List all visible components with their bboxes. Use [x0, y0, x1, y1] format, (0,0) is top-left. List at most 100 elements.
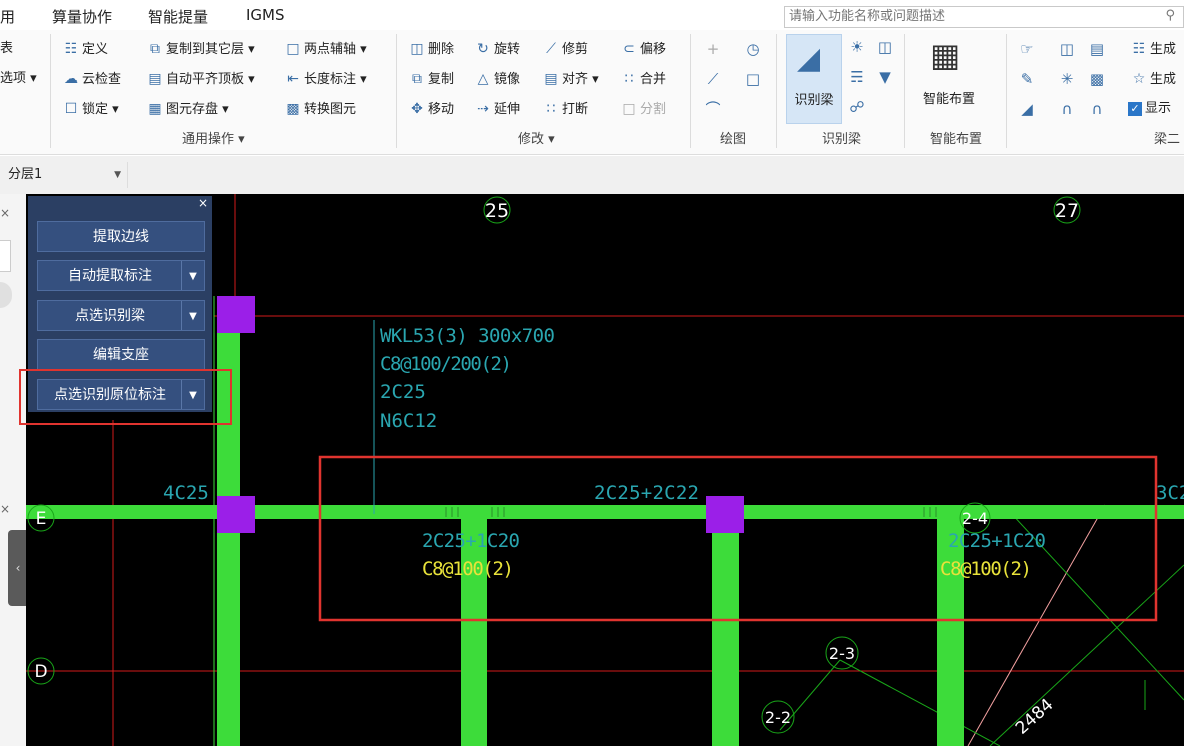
ribbon-separator — [904, 34, 905, 148]
search-box[interactable]: ⚲ — [784, 6, 1184, 28]
axis-bubble[interactable]: 27 — [1053, 196, 1081, 224]
chevron-down-icon[interactable]: ▼ — [181, 261, 204, 290]
side-toggle[interactable] — [0, 282, 12, 308]
beam2-draw-icon[interactable]: ✎ — [1016, 68, 1038, 90]
menu-item-collab[interactable]: 算量协作 — [52, 6, 112, 27]
lock-button[interactable]: ☐ 锁定 ▾ — [62, 98, 119, 120]
collapse-handle[interactable]: ‹ — [8, 530, 28, 606]
split-button[interactable]: □ 分割 — [620, 98, 666, 120]
svg-text:E: E — [36, 509, 47, 529]
close-icon[interactable]: × — [0, 206, 10, 220]
beam2-list-icon[interactable]: ▤ — [1086, 38, 1108, 60]
ribbon-separator — [690, 34, 691, 148]
beam-filter-icon[interactable]: ▼ — [874, 66, 896, 88]
column[interactable] — [217, 496, 255, 533]
menu-item-igms[interactable]: IGMS — [246, 6, 285, 24]
beam-check-icon[interactable]: ◫ — [874, 36, 896, 58]
align-top-button[interactable]: ▤ 自动平齐顶板 ▾ — [146, 68, 254, 90]
svg-text:2C25+1C20: 2C25+1C20 — [948, 530, 1046, 552]
extract-edge-button[interactable]: 提取边线 — [37, 221, 205, 252]
menu-bar: 用 算量协作 智能提量 IGMS ⚲ — [0, 0, 1184, 30]
auto-extract-label-button[interactable]: 自动提取标注 ▼ — [37, 260, 205, 291]
chevron-down-icon: ▼ — [114, 170, 121, 180]
align-top-icon: ▤ — [148, 71, 162, 87]
arc-icon[interactable]: ⌒ — [702, 98, 724, 120]
menu-item-smart[interactable]: 智能提量 — [148, 6, 208, 27]
save-element-button[interactable]: ▦ 图元存盘 ▾ — [146, 98, 228, 120]
beam-tool-icon[interactable]: ☀ — [846, 36, 868, 58]
group-label-modify[interactable]: 修改 ▾ — [518, 128, 555, 147]
beam-edit-icon[interactable]: ☴ — [846, 66, 868, 88]
svg-text:N6C12: N6C12 — [380, 410, 437, 432]
beam2-arch-icon[interactable]: ∩ — [1056, 98, 1078, 120]
rectangle-icon[interactable]: □ — [742, 68, 764, 90]
trim-button[interactable]: ⟋ 修剪 — [542, 38, 588, 60]
layer-select[interactable]: 分层1 ▼ — [0, 162, 128, 188]
lock-icon: ☐ — [64, 101, 78, 117]
search-input[interactable] — [789, 7, 1149, 25]
close-icon[interactable]: × — [198, 196, 208, 210]
smart-layout-button[interactable]: ▦ 智能布置 — [912, 34, 986, 122]
ribbon-cut-1[interactable]: 表 — [0, 38, 13, 60]
edit-support-button[interactable]: 编辑支座 — [37, 339, 205, 370]
column[interactable] — [706, 496, 744, 533]
recognize-beam-button[interactable]: ◢ 识别梁 — [786, 34, 842, 124]
column[interactable] — [217, 296, 255, 333]
trash-icon: ◫ — [410, 41, 424, 57]
svg-text:2C25+1C20: 2C25+1C20 — [422, 530, 520, 552]
checkbox-checked-icon: ✓ — [1128, 102, 1142, 116]
ribbon-cut-2[interactable]: 选项 ▾ — [0, 68, 37, 90]
generate-button-2[interactable]: ☆ 生成 — [1130, 68, 1176, 90]
copy-to-layer-button[interactable]: ⧉ 复制到其它层 ▾ — [146, 38, 255, 60]
mirror-button[interactable]: △ 镜像 — [474, 68, 520, 90]
align-button[interactable]: ▤ 对齐 ▾ — [542, 68, 598, 90]
horizontal-beam[interactable] — [26, 505, 1184, 519]
beam-node-icon[interactable]: ☍ — [846, 96, 868, 118]
define-button[interactable]: ☷ 定义 — [62, 38, 108, 60]
show-checkbox[interactable]: ✓ 显示 — [1128, 98, 1171, 120]
two-point-axis-button[interactable]: □ 两点辅轴 ▾ — [284, 38, 366, 60]
rotate-button[interactable]: ↻ 旋转 — [474, 38, 520, 60]
beam2-star-icon[interactable]: ✳ — [1056, 68, 1078, 90]
svg-text:C8@100/200(2): C8@100/200(2) — [380, 353, 512, 375]
beam2-tool-icon[interactable]: ☞ — [1016, 38, 1038, 60]
axis-bubble[interactable]: 25 — [483, 196, 511, 224]
vertical-beam[interactable] — [937, 519, 964, 746]
break-button[interactable]: ∷ 打断 — [542, 98, 588, 120]
close-icon[interactable]: × — [0, 502, 10, 516]
extend-icon: ⇢ — [477, 101, 489, 117]
menu-item-app[interactable]: 用 — [0, 6, 15, 27]
group-label-recognize: 识别梁 — [822, 132, 862, 147]
merge-button[interactable]: ∷ 合并 — [620, 68, 666, 90]
copy-button[interactable]: ⧉ 复制 — [408, 68, 454, 90]
beam2-tag-icon[interactable]: ◫ — [1056, 38, 1078, 60]
length-dim-button[interactable]: ⇤ 长度标注 ▾ — [284, 68, 367, 90]
group-label-general[interactable]: 通用操作 ▾ — [182, 128, 245, 147]
search-icon[interactable]: ⚲ — [1165, 8, 1175, 23]
vertical-beam[interactable] — [461, 519, 487, 746]
trim-icon: ⟋ — [546, 41, 556, 57]
circle-icon[interactable]: ◷ — [742, 38, 764, 60]
generate-button-1[interactable]: ☷ 生成 — [1130, 38, 1176, 60]
beam2-grid-icon[interactable]: ▩ — [1086, 68, 1108, 90]
cloud-check-button[interactable]: ☁ 云检查 — [62, 68, 121, 90]
cloud-icon: ☁ — [64, 71, 78, 87]
vertical-beam[interactable] — [712, 519, 739, 746]
line-icon[interactable]: ⟋ — [702, 68, 724, 90]
convert-element-button[interactable]: ▩ 转换图元 — [284, 98, 356, 120]
group-label-beam2: 梁二 — [1154, 132, 1181, 147]
offset-button[interactable]: ⊂ 偏移 — [620, 38, 666, 60]
ribbon-separator — [1006, 34, 1007, 148]
break-icon: ∷ — [546, 101, 556, 117]
chevron-down-icon[interactable]: ▼ — [181, 301, 204, 330]
move-button[interactable]: ✥ 移动 — [408, 98, 454, 120]
point-icon[interactable]: + — [702, 38, 724, 60]
side-field[interactable] — [0, 240, 11, 272]
beam2-shape-icon[interactable]: ◢ — [1016, 98, 1038, 120]
delete-button[interactable]: ◫ 删除 — [408, 38, 454, 60]
offset-icon: ⊂ — [623, 41, 635, 57]
pick-recognize-beam-button[interactable]: 点选识别梁 ▼ — [37, 300, 205, 331]
extend-button[interactable]: ⇢ 延伸 — [474, 98, 520, 120]
dimension-icon: ⇤ — [287, 71, 299, 87]
beam2-hook-icon[interactable]: ∩ — [1086, 98, 1108, 120]
